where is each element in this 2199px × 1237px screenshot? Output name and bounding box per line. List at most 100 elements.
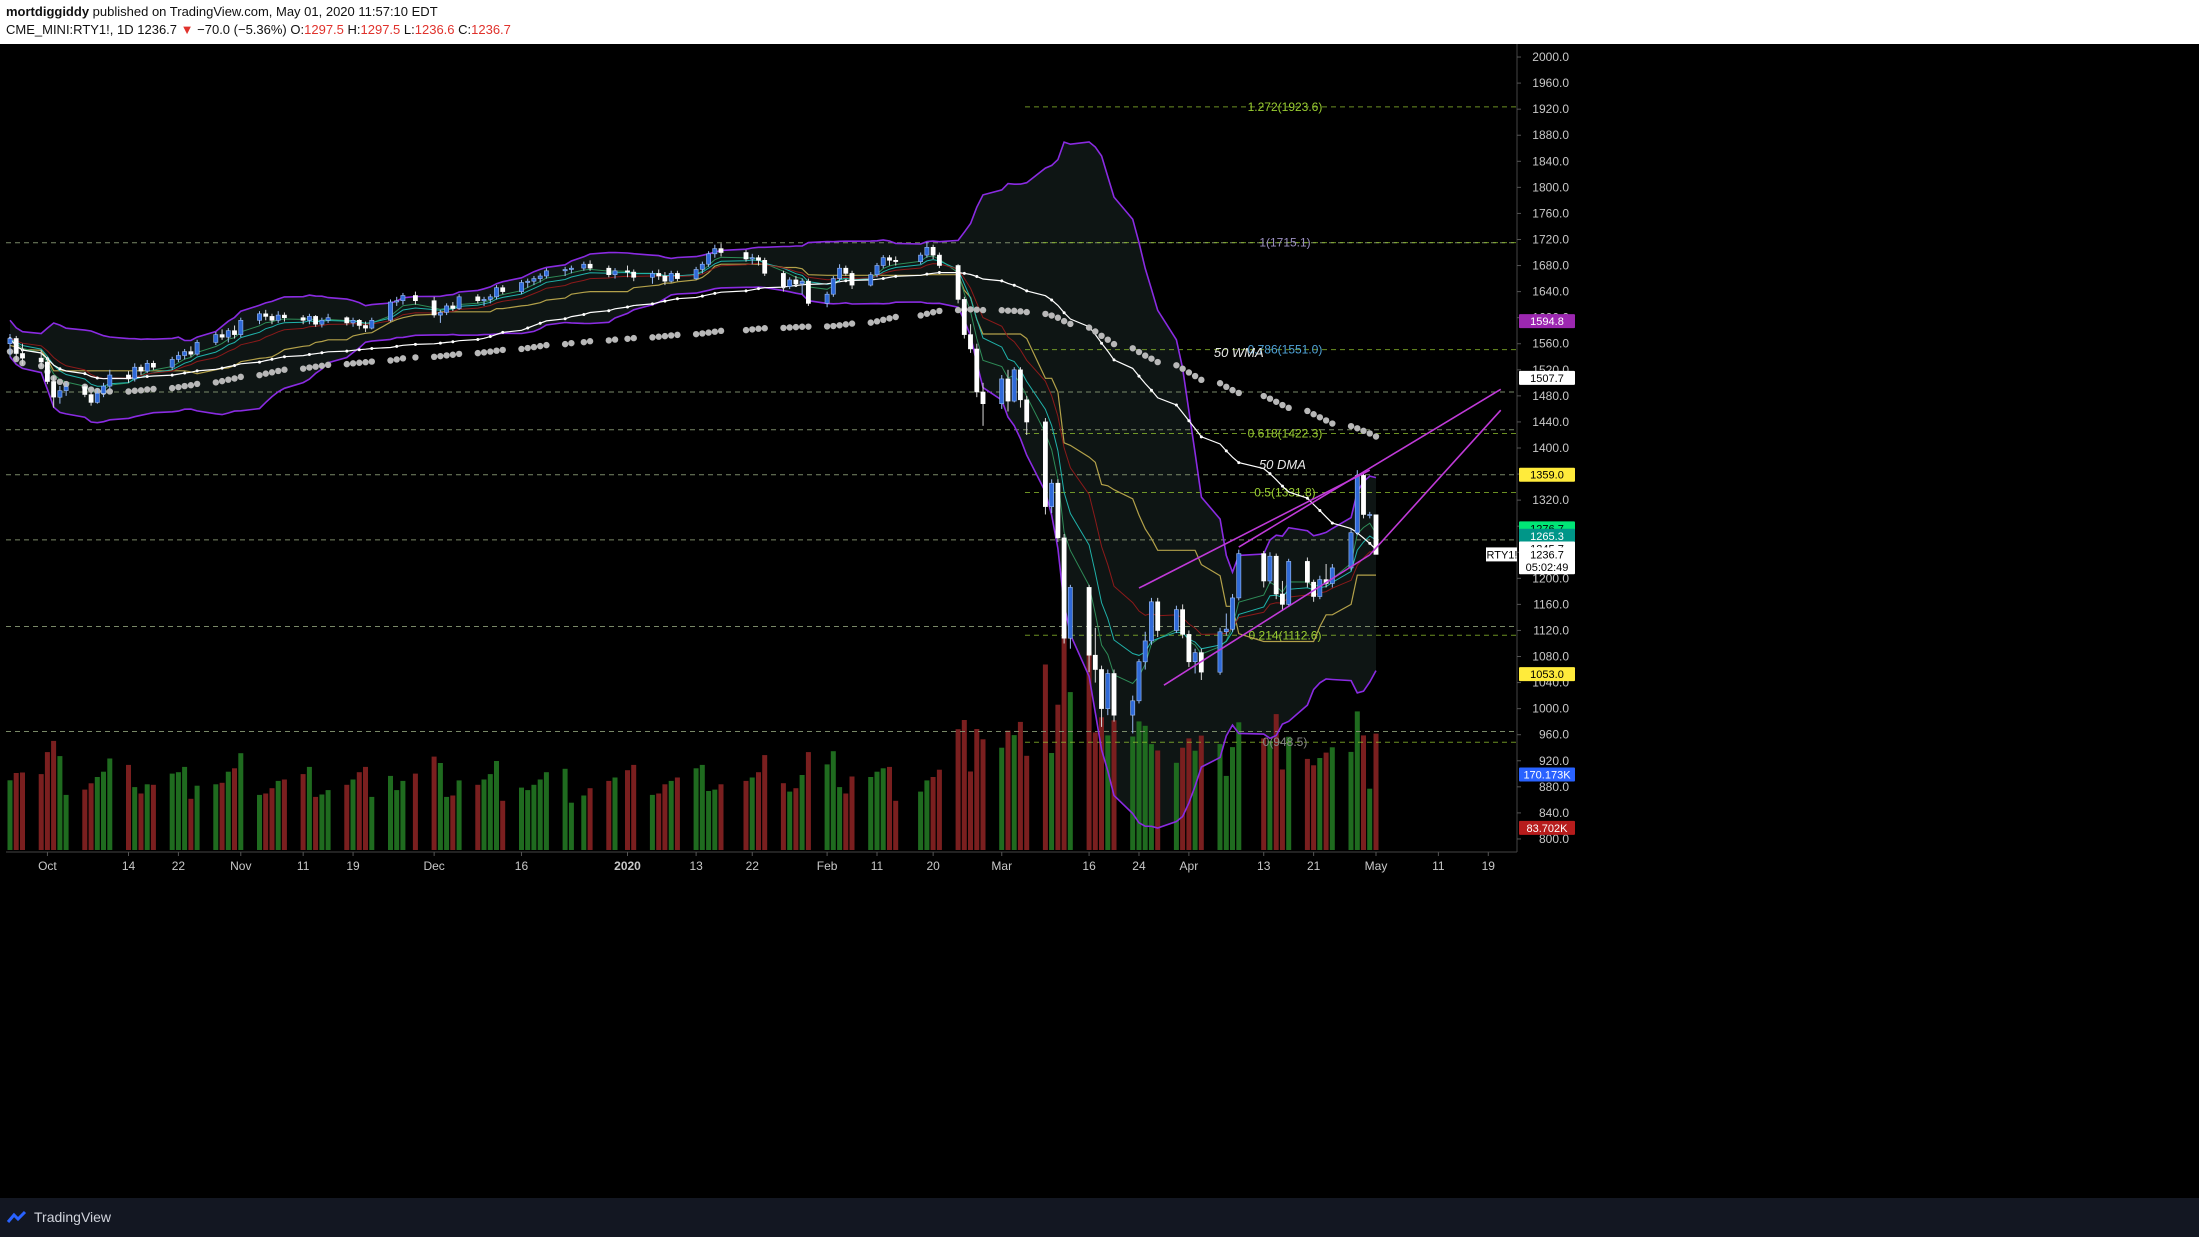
candle-body <box>787 279 793 287</box>
wma50-point <box>1085 324 1093 331</box>
volume-bar <box>88 783 94 850</box>
candle-body <box>1055 482 1061 539</box>
dma50-point <box>501 330 505 334</box>
candle-body <box>257 313 262 321</box>
wma50-point <box>218 377 226 385</box>
time-tick-label: May <box>1365 859 1388 873</box>
candle-body <box>974 348 980 393</box>
volume-bar <box>887 766 892 850</box>
candle-body <box>437 312 443 316</box>
wma50-point <box>967 306 974 313</box>
dma50-point <box>538 321 542 325</box>
wma50-point <box>368 358 375 365</box>
candle-body <box>837 267 842 279</box>
price-tag-label: 1359.0 <box>1530 470 1564 482</box>
dma50-point <box>270 357 274 361</box>
price-change: −70.0 (−5.36%) <box>197 22 287 37</box>
candle-body <box>57 390 63 398</box>
volume-bar <box>487 774 493 850</box>
candle-body <box>1017 369 1023 401</box>
dma50-point <box>1280 484 1284 488</box>
volume-bar <box>824 764 830 850</box>
volume-bar <box>257 794 262 850</box>
volume-bar <box>175 772 181 850</box>
symbol-tag-label: RTY1! <box>1487 549 1518 561</box>
time-tick-label: 2020 <box>614 859 641 873</box>
volume-bar <box>1192 750 1198 850</box>
candle-body <box>475 296 481 302</box>
volume-bar <box>38 774 44 850</box>
candle-body <box>44 361 50 382</box>
wma50-point <box>711 328 719 335</box>
wma50-point <box>1279 401 1286 409</box>
dma50-point <box>195 369 199 373</box>
volume-bar <box>699 764 705 850</box>
dma50-point <box>345 349 349 353</box>
volume-bar <box>1354 711 1360 850</box>
time-tick-label: 19 <box>346 859 360 873</box>
volume-bar <box>388 775 393 850</box>
volume-bar <box>1055 704 1061 850</box>
wma50-point <box>324 361 332 369</box>
wma50-point <box>929 309 937 316</box>
wma50-point <box>1266 395 1274 402</box>
volume-bar <box>325 790 331 850</box>
volume-bar <box>238 753 244 850</box>
volume-bar <box>394 790 400 850</box>
time-tick-label: 14 <box>122 859 136 873</box>
wma50-point <box>524 344 531 352</box>
wma50-point <box>917 312 924 319</box>
candle-body <box>281 314 287 319</box>
dma50-point <box>975 275 979 279</box>
time-tick-label: Nov <box>230 859 251 873</box>
wma50-point <box>1347 422 1355 430</box>
candle-body <box>1092 654 1098 670</box>
volume-bar <box>930 777 936 850</box>
dma50-point <box>700 294 704 298</box>
candle-body <box>1273 555 1279 595</box>
volume-bar <box>1186 738 1192 850</box>
wma50-point <box>1142 352 1149 359</box>
candle-body <box>1280 593 1285 605</box>
wma50-point <box>830 322 837 330</box>
volume-bar <box>431 756 437 850</box>
candle-body <box>562 269 568 272</box>
volume-bar <box>132 787 138 850</box>
price-tick-label: 1160.0 <box>1533 597 1569 611</box>
wma50-point <box>568 339 575 347</box>
wma50-point <box>430 353 438 361</box>
volume-bar <box>656 793 662 850</box>
volume-bar <box>1148 744 1154 850</box>
high-label: H: <box>347 22 361 37</box>
candle-body <box>313 316 318 325</box>
candle-body <box>369 319 375 329</box>
brand-name[interactable]: TradingView <box>34 1209 111 1225</box>
dma50-point <box>650 302 654 306</box>
wma50-point <box>1191 372 1199 380</box>
wma50-point <box>443 352 450 359</box>
candle-body <box>1354 475 1360 533</box>
price-chart[interactable]: 1.272(1923.6)1(1715.1)0.786(1551.0)0.618… <box>0 44 2199 1198</box>
candle-body <box>400 295 406 301</box>
volume-bar <box>356 772 362 850</box>
wma50-point <box>318 362 326 369</box>
volume-bar <box>837 787 843 850</box>
volume-bar <box>874 771 880 850</box>
price-tag-label: 1594.8 <box>1530 316 1564 328</box>
candle-body <box>101 385 106 394</box>
candle-body <box>238 319 244 335</box>
volume-bar <box>662 784 668 850</box>
wma50-point <box>231 375 238 382</box>
price-tick-label: 960.0 <box>1539 728 1569 742</box>
candle-body <box>1149 601 1154 642</box>
wma50-point <box>56 378 64 386</box>
wma50-point <box>1110 340 1118 348</box>
volume-bar <box>57 756 63 850</box>
author-name[interactable]: mortdiggiddy <box>6 4 89 19</box>
candle-body <box>431 300 437 316</box>
wma50-point <box>611 336 619 343</box>
price-tick-label: 1120.0 <box>1533 623 1569 637</box>
wma50-point <box>412 354 419 361</box>
candle-body <box>531 278 537 282</box>
low-value: 1236.6 <box>414 22 455 37</box>
